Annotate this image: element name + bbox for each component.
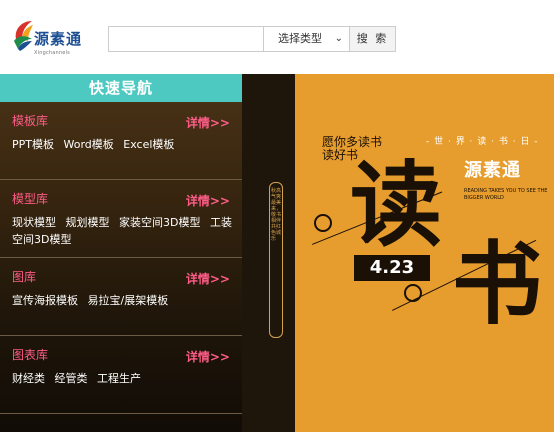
nav-link[interactable]: 家装空间3D模型 (119, 216, 200, 229)
nav-link[interactable]: 易拉宝/展架模板 (88, 294, 169, 307)
banner-char-read: 读 (350, 152, 443, 259)
nav-link[interactable]: 宣传海报模板 (12, 294, 78, 307)
section-links: PPT模板 Word模板 Excel模板 (12, 136, 234, 153)
logo-subtext: Xingchannels (34, 50, 70, 56)
section-links: 财经类 经管类 工程生产 (12, 370, 234, 387)
section-links: 现状模型 规划模型 家装空间3D模型 工装空间3D模型 (12, 214, 234, 248)
banner-vertical-text: 秋高气爽最美来，敬书相伴共红色城乐 (271, 188, 282, 242)
quick-nav-sidebar: 快速导航 模板库 详情>> PPT模板 Word模板 Excel模板 模型库 详… (0, 74, 242, 432)
book-day-banner[interactable]: 秋高气爽最美来，敬书相伴共红色城乐 愿你多读书 读好书 - 世 · 界 · 读 … (242, 74, 554, 432)
nav-link[interactable]: 财经类 (12, 372, 45, 385)
banner-char-book: 书 (452, 232, 542, 337)
logo-text: 源素通 (34, 30, 83, 48)
nav-link[interactable]: PPT模板 (12, 138, 54, 151)
header: 源素通 Xingchannels 选择类型 ⌄ 搜 索 (0, 0, 554, 75)
nav-section-images: 图库 详情>> 宣传海报模板 易拉宝/展架模板 (0, 258, 242, 336)
chevron-down-icon: ⌄ (334, 33, 343, 44)
details-link[interactable]: 详情>> (186, 270, 230, 287)
details-link[interactable]: 详情>> (186, 114, 230, 131)
section-title[interactable]: 图表库 (12, 346, 48, 363)
section-title[interactable]: 模板库 (12, 112, 48, 129)
nav-section-templates: 模板库 详情>> PPT模板 Word模板 Excel模板 (0, 102, 242, 180)
section-title[interactable]: 模型库 (12, 190, 48, 207)
type-select[interactable]: 选择类型 ⌄ (264, 26, 350, 52)
search-button[interactable]: 搜 索 (350, 26, 396, 52)
banner-deco-circle (314, 214, 332, 232)
nav-link[interactable]: 经管类 (55, 372, 88, 385)
nav-link[interactable]: 工程生产 (97, 372, 141, 385)
section-links: 宣传海报模板 易拉宝/展架模板 (12, 292, 234, 309)
search-input[interactable] (108, 26, 264, 52)
banner-day-text: - 世 · 界 · 读 · 书 · 日 - (426, 137, 539, 147)
site-logo[interactable]: 源素通 Xingchannels (12, 17, 112, 61)
quick-nav-title: 快速导航 (0, 74, 242, 102)
section-title[interactable]: 图库 (12, 268, 36, 285)
logo-icon (14, 21, 33, 51)
banner-english-text: READING TAKES YOU TO SEE THE BIGGER WORL… (464, 188, 548, 201)
nav-link[interactable]: Word模板 (64, 138, 114, 151)
nav-section-charts: 图表库 详情>> 财经类 经管类 工程生产 (0, 336, 242, 414)
nav-link[interactable]: 规划模型 (66, 216, 110, 229)
nav-link[interactable]: Excel模板 (123, 138, 174, 151)
banner-deco-circle (404, 284, 422, 302)
banner-date: 4.23 (354, 255, 430, 281)
details-link[interactable]: 详情>> (186, 192, 230, 209)
banner-brand: 源素通 (464, 160, 521, 181)
type-select-value: 选择类型 (278, 32, 322, 45)
details-link[interactable]: 详情>> (186, 348, 230, 365)
nav-link[interactable]: 现状模型 (12, 216, 56, 229)
nav-section-models: 模型库 详情>> 现状模型 规划模型 家装空间3D模型 工装空间3D模型 (0, 180, 242, 258)
